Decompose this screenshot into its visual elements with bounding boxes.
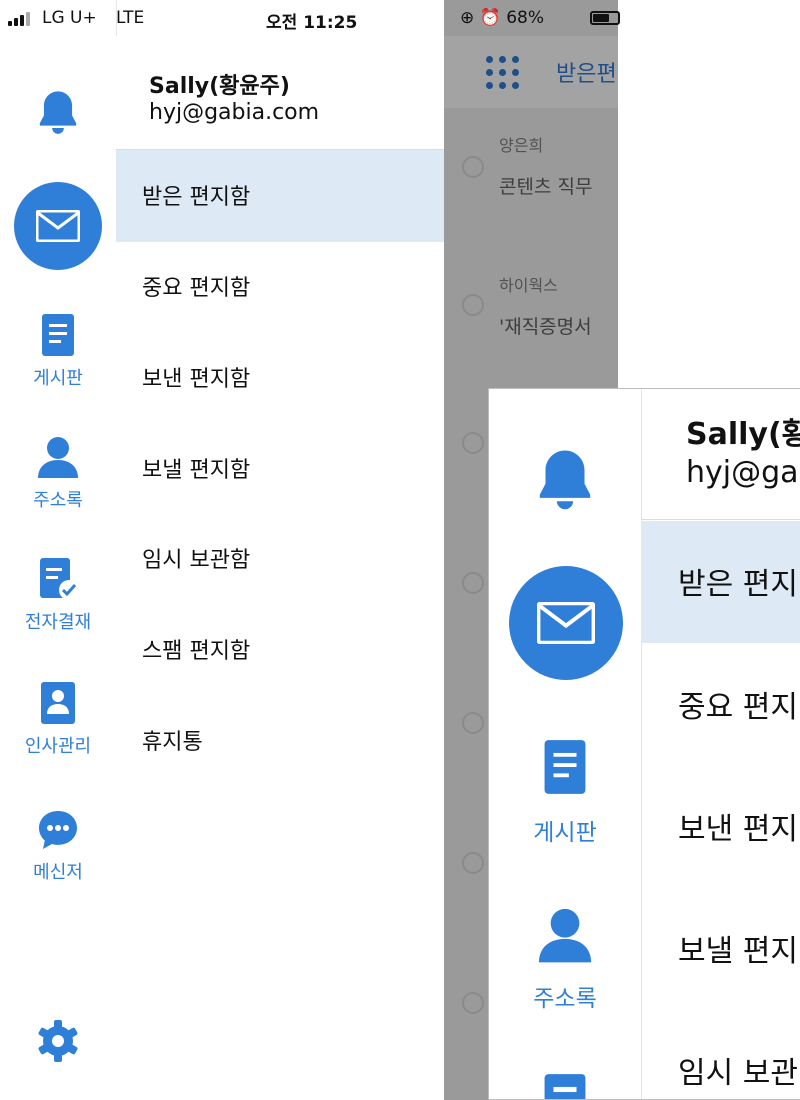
account-name: Sally(황윤주) <box>149 74 290 99</box>
menu-item-label: 중요 편지함 <box>142 276 251 301</box>
inset-rail-label-contacts: 주소록 <box>533 986 597 1012</box>
menu-item-label: 받은 편지함 <box>142 185 251 210</box>
zoomed-inset: 게시판 주소록 Sally(황 hyj@ga 받은 편지 중요 편지 보낸 편지… <box>488 388 800 1100</box>
battery-icon <box>590 11 620 25</box>
select-radio[interactable] <box>462 992 484 1014</box>
signal-strength-icon <box>8 12 38 26</box>
rail-label-hr: 인사관리 <box>24 736 92 757</box>
account-email: hyj@gabia.com <box>149 100 320 125</box>
mail-row[interactable]: 양은희 콘텐츠 직무 <box>444 128 618 228</box>
select-radio[interactable] <box>462 852 484 874</box>
id-badge-icon <box>41 682 75 724</box>
status-bar: LG U+ LTE 오전 11:25 ⊕ ⏰ 68% <box>0 0 620 36</box>
inset-menu-item-drafts[interactable]: 임시 보관 <box>641 1010 800 1099</box>
menu-item-inbox[interactable]: 받은 편지함 <box>116 150 444 242</box>
battery-percent: 68% <box>506 8 545 28</box>
mail-sender: 하이웍스 <box>499 276 558 295</box>
inset-menu-item-sent[interactable]: 보낸 편지 <box>641 766 800 888</box>
carrier-label: LG U+ <box>42 8 97 28</box>
bell-icon[interactable] <box>529 443 601 515</box>
person-icon <box>38 437 78 478</box>
inset-menu-item-inbox[interactable]: 받은 편지 <box>641 521 800 643</box>
chat-bubble-icon <box>39 811 77 849</box>
inset-menu-item-outbox[interactable]: 보낼 편지 <box>641 888 800 1010</box>
mailbox-drawer: Sally(황윤주) hyj@gabia.com 받은 편지함 중요 편지함 보… <box>116 36 444 1100</box>
rail-item-hr[interactable]: 인사관리 <box>0 680 116 758</box>
menu-item-label: 스팸 편지함 <box>142 639 251 664</box>
inset-rail-item-mail[interactable] <box>509 566 623 680</box>
divider <box>641 519 800 520</box>
bell-icon <box>39 91 77 134</box>
rail-label-messenger: 메신저 <box>33 862 83 883</box>
rail-item-approval[interactable]: 전자결재 <box>0 556 116 634</box>
menu-item-label: 중요 편지 <box>678 690 798 725</box>
menu-item-label: 임시 보관함 <box>142 548 251 573</box>
document-icon[interactable] <box>542 737 588 797</box>
menu-item-important[interactable]: 중요 편지함 <box>116 241 444 333</box>
inset-app-rail: 게시판 주소록 <box>489 389 642 1100</box>
rail-label-contacts: 주소록 <box>33 490 83 511</box>
inset-menu-item-important[interactable]: 중요 편지 <box>641 644 800 766</box>
menu-item-label: 보낸 편지 <box>678 812 798 847</box>
menu-item-drafts[interactable]: 임시 보관함 <box>116 513 444 605</box>
rail-item-mail[interactable] <box>14 182 102 270</box>
alarm-icon: ⏰ <box>479 8 501 28</box>
mail-list-header: 받은편 <box>444 36 618 108</box>
menu-item-label: 보낼 편지함 <box>142 458 251 483</box>
apps-grid-icon[interactable] <box>486 56 520 90</box>
menu-item-label: 받은 편지 <box>678 567 798 602</box>
menu-item-label: 임시 보관 <box>678 1056 798 1091</box>
rail-item-contacts[interactable]: 주소록 <box>0 434 116 512</box>
rail-item-notifications[interactable] <box>0 86 116 138</box>
select-radio[interactable] <box>462 156 484 178</box>
mail-row[interactable]: 하이웍스 '재직증명서 <box>444 268 618 368</box>
rail-label-approval: 전자결재 <box>24 612 92 633</box>
approval-document-icon <box>40 558 79 600</box>
document-icon[interactable] <box>542 1071 588 1100</box>
mail-subject: '재직증명서 <box>499 316 592 338</box>
app-rail: 게시판 주소록 전자결재 인사관리 메신저 <box>0 0 117 1100</box>
inset-account-email: hyj@ga <box>686 455 799 490</box>
inset-account-name: Sally(황 <box>686 417 800 452</box>
document-icon <box>42 314 74 356</box>
mail-icon <box>36 210 80 242</box>
mailbox-title: 받은편 <box>556 62 617 87</box>
select-radio[interactable] <box>462 572 484 594</box>
inset-rail-label-board: 게시판 <box>533 820 597 846</box>
mail-subject: 콘텐츠 직무 <box>499 176 593 198</box>
status-icons: ⊕ ⏰ 68% <box>460 8 544 28</box>
orientation-lock-icon: ⊕ <box>460 8 475 28</box>
menu-item-label: 휴지통 <box>142 730 203 755</box>
mail-icon <box>537 602 595 644</box>
rail-item-board[interactable]: 게시판 <box>0 312 116 390</box>
rail-item-settings[interactable] <box>0 1018 116 1064</box>
rail-item-messenger[interactable]: 메신저 <box>0 808 116 884</box>
menu-item-label: 보낸 편지함 <box>142 367 251 392</box>
person-icon[interactable] <box>535 905 595 965</box>
network-type-label: LTE <box>116 8 145 28</box>
menu-item-spam[interactable]: 스팸 편지함 <box>116 604 444 696</box>
select-radio[interactable] <box>462 712 484 734</box>
clock: 오전 11:25 <box>266 13 358 33</box>
mail-sender: 양은희 <box>499 136 544 155</box>
rail-label-board: 게시판 <box>33 368 83 389</box>
menu-item-sent[interactable]: 보낸 편지함 <box>116 332 444 424</box>
select-radio[interactable] <box>462 294 484 316</box>
menu-item-outbox[interactable]: 보낼 편지함 <box>116 423 444 515</box>
gear-icon <box>38 1020 78 1062</box>
menu-item-label: 보낼 편지 <box>678 934 798 969</box>
select-radio[interactable] <box>462 432 484 454</box>
menu-item-trash[interactable]: 휴지통 <box>116 695 444 787</box>
